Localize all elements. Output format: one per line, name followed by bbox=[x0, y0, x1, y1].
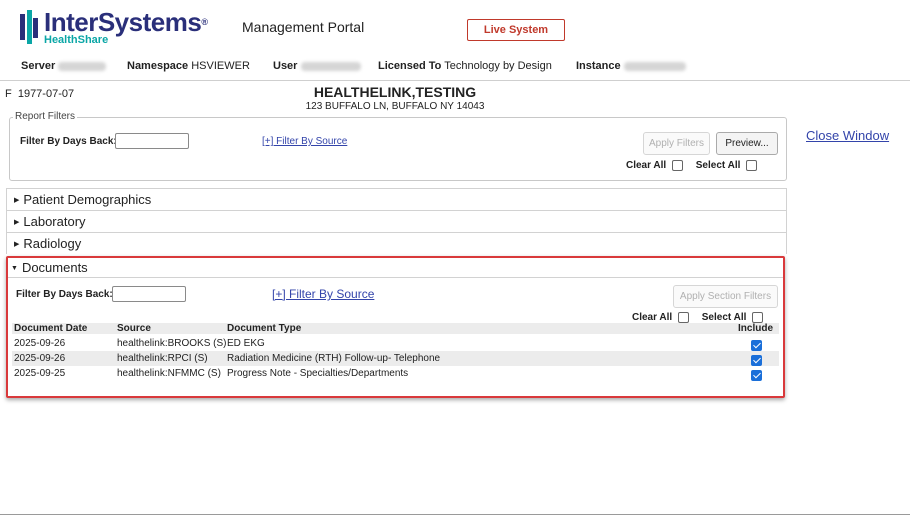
licensed-to-label: Licensed To bbox=[378, 60, 442, 72]
document-type: Progress Note - Specialties/Departments bbox=[227, 368, 409, 379]
docs-select-all-label: Select All bbox=[701, 312, 747, 324]
portal-title: Management Portal bbox=[242, 19, 365, 35]
document-date: 2025-09-26 bbox=[14, 338, 66, 349]
licensed-to-value: Technology by Design bbox=[444, 60, 552, 72]
docs-select-all-checkbox[interactable] bbox=[752, 312, 764, 323]
bottom-divider bbox=[0, 514, 910, 515]
report-sections-accordion: ▶ Patient Demographics ▶ Laboratory ▶ Radio… bbox=[6, 188, 787, 254]
document-type: Radiation Medicine (RTH) Follow-up- Tele… bbox=[227, 353, 441, 364]
report-select-all-label: Select All bbox=[695, 160, 741, 172]
table-row: 2025-09-26 healthelink:BROOKS (S) ED EKG bbox=[12, 336, 779, 351]
logo-reg-mark: ® bbox=[201, 17, 208, 27]
section-laboratory[interactable]: ▶ Laboratory bbox=[6, 210, 787, 232]
patient-name: HEALTHELINK,TESTING bbox=[313, 84, 477, 100]
collapsed-triangle-icon: ▶ bbox=[14, 197, 20, 205]
namespace-label: Namespace bbox=[127, 60, 189, 72]
docs-clear-select-row: Clear All Select All bbox=[632, 312, 764, 324]
user-label: User bbox=[273, 60, 298, 72]
col-source: Source bbox=[117, 323, 151, 334]
section-label: Patient Demographics bbox=[23, 192, 152, 207]
section-patient-demographics[interactable]: ▶ Patient Demographics bbox=[6, 188, 787, 210]
instance-label: Instance bbox=[576, 60, 621, 72]
system-info-bar: Server Namespace HSVIEWER User Licensed … bbox=[0, 52, 910, 81]
section-documents[interactable]: ▼ Documents bbox=[8, 258, 783, 278]
docs-clear-all-checkbox[interactable] bbox=[677, 312, 689, 323]
report-clear-all-checkbox[interactable] bbox=[671, 160, 683, 171]
col-document-type: Document Type bbox=[227, 323, 302, 334]
logo-subtitle: HealthShare bbox=[44, 34, 109, 46]
documents-section: ▼ Documents Filter By Days Back: [+] Filt… bbox=[6, 256, 785, 398]
document-type: ED EKG bbox=[227, 338, 265, 349]
section-label: Documents bbox=[21, 260, 88, 275]
report-clear-select-row: Clear All Select All bbox=[626, 160, 758, 172]
table-row: 2025-09-25 healthelink:NFMMC (S) Progres… bbox=[12, 366, 779, 381]
expanded-triangle-icon: ▼ bbox=[11, 265, 18, 273]
section-radiology[interactable]: ▶ Radiology bbox=[6, 232, 787, 254]
intersystems-logo: InterSystems® HealthShare bbox=[20, 8, 220, 48]
report-filter-by-source-link[interactable]: [+] Filter By Source bbox=[262, 136, 347, 147]
apply-filters-button[interactable]: Apply Filters bbox=[643, 132, 710, 155]
col-include: Include bbox=[738, 323, 774, 334]
report-clear-all-label: Clear All bbox=[626, 160, 667, 172]
col-document-date: Document Date bbox=[14, 323, 88, 334]
document-date: 2025-09-25 bbox=[14, 368, 66, 379]
document-date: 2025-09-26 bbox=[14, 353, 66, 364]
server-value-redacted bbox=[58, 61, 107, 71]
report-filters-legend: Report Filters bbox=[13, 111, 78, 122]
document-source: healthelink:BROOKS (S) bbox=[117, 338, 227, 349]
close-window-link[interactable]: Close Window bbox=[806, 128, 889, 143]
document-source: healthelink:RPCI (S) bbox=[117, 353, 208, 364]
include-checkbox[interactable] bbox=[751, 354, 762, 366]
preview-button[interactable]: Preview... bbox=[716, 132, 778, 155]
report-days-back-input[interactable] bbox=[115, 133, 189, 149]
report-days-back-label: Filter By Days Back: bbox=[20, 136, 117, 147]
include-checkbox[interactable] bbox=[751, 369, 762, 381]
report-select-all-checkbox[interactable] bbox=[746, 160, 758, 171]
patient-address: 123 BUFFALO LN, BUFFALO NY 14043 bbox=[305, 101, 485, 112]
logo-text: InterSystems bbox=[44, 7, 202, 37]
collapsed-triangle-icon: ▶ bbox=[14, 219, 20, 227]
include-checkbox[interactable] bbox=[751, 339, 762, 351]
section-label: Radiology bbox=[23, 236, 82, 251]
user-value-redacted bbox=[300, 61, 361, 71]
documents-table-header: Document Date Source Document Type Inclu… bbox=[12, 323, 779, 334]
namespace-value: HSVIEWER bbox=[191, 60, 250, 72]
docs-clear-all-label: Clear All bbox=[632, 312, 673, 324]
docs-days-back-label: Filter By Days Back: bbox=[16, 289, 113, 300]
document-source: healthelink:NFMMC (S) bbox=[117, 368, 221, 379]
section-label: Laboratory bbox=[23, 214, 86, 229]
server-label: Server bbox=[21, 60, 56, 72]
logo-mark-icon bbox=[20, 10, 38, 44]
docs-days-back-input[interactable] bbox=[112, 286, 186, 302]
live-system-badge: Live System bbox=[467, 19, 565, 41]
collapsed-triangle-icon: ▶ bbox=[14, 241, 20, 249]
apply-section-filters-button[interactable]: Apply Section Filters bbox=[673, 285, 778, 308]
docs-filter-by-source-link[interactable]: [+] Filter By Source bbox=[272, 287, 374, 301]
table-row: 2025-09-26 healthelink:RPCI (S) Radiatio… bbox=[12, 351, 779, 366]
instance-value-redacted bbox=[623, 61, 686, 71]
